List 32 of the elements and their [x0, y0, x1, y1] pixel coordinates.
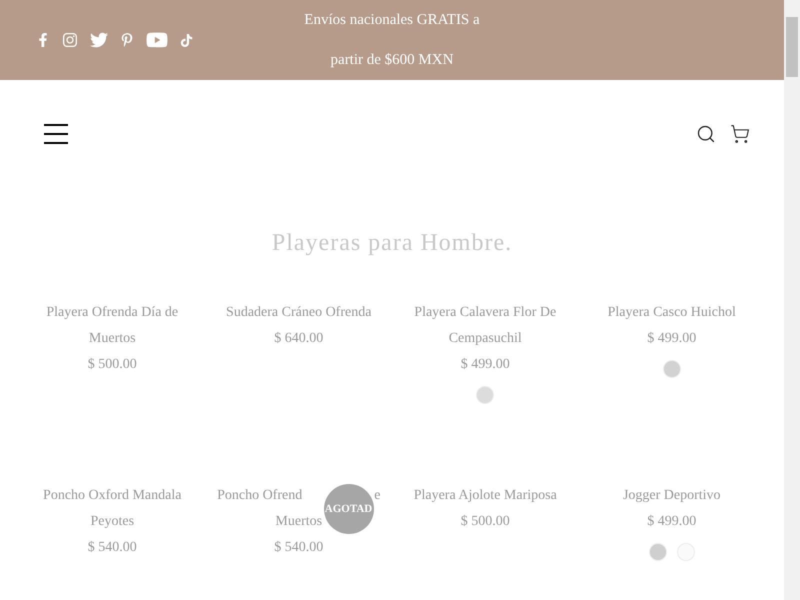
product-title[interactable]: Poncho Oxford Mandala Peyotes: [37, 483, 188, 535]
product-price: $ 499.00: [647, 513, 696, 531]
color-swatch[interactable]: [648, 543, 667, 561]
search-icon[interactable]: [696, 124, 716, 144]
product-price: $ 540.00: [274, 539, 324, 557]
announcement-text: Envíos nacionales GRATIS a: [304, 11, 480, 30]
product-price: $ 640.00: [274, 330, 324, 348]
product-title[interactable]: Playera Calavera Flor De Cempasuchil: [410, 300, 560, 352]
pinterest-icon[interactable]: [120, 33, 134, 47]
announcement-text: partir de $600 MXN: [330, 51, 454, 70]
instagram-icon[interactable]: [62, 32, 78, 48]
color-swatch[interactable]: [476, 386, 494, 404]
product-title[interactable]: Muertos: [275, 509, 322, 535]
product-title[interactable]: Sudadera Cráneo Ofrenda: [226, 300, 372, 326]
color-swatch[interactable]: [662, 360, 681, 378]
product-price: $ 500.00: [88, 356, 137, 374]
product-title[interactable]: Playera Ajolote Mariposa: [414, 483, 557, 509]
product-price: $ 499.00: [460, 356, 510, 374]
product-title[interactable]: Poncho Ofrend: [217, 483, 302, 509]
scrollbar[interactable]: [784, 0, 800, 600]
cart-icon[interactable]: [730, 124, 750, 144]
product-price: $ 540.00: [88, 539, 137, 557]
product-title[interactable]: Jogger Deportivo: [622, 483, 721, 509]
product-price: $ 500.00: [460, 513, 510, 531]
tiktok-icon[interactable]: [180, 34, 193, 46]
product-title[interactable]: Playera Ofrenda Día de Muertos: [37, 300, 188, 352]
product-title[interactable]: e: [374, 483, 380, 509]
twitter-icon[interactable]: [90, 31, 108, 49]
product-price: $ 499.00: [647, 330, 696, 348]
product-title[interactable]: Playera Casco Huichol: [608, 300, 736, 326]
menu-icon[interactable]: [44, 124, 68, 144]
sold-out-badge: AGOTAD: [324, 484, 374, 534]
